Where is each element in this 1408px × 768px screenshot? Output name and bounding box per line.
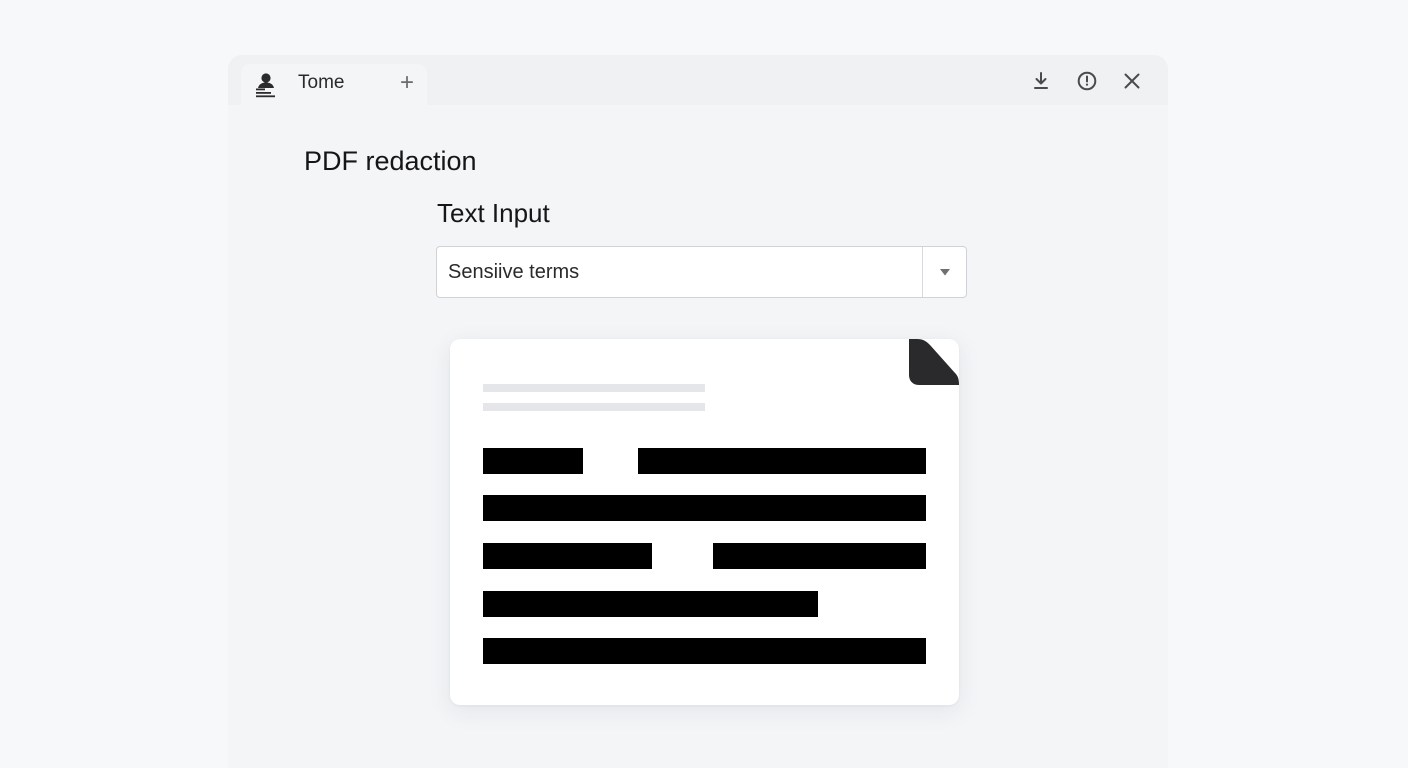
document-header-line: [483, 403, 705, 411]
text-input-label: Text Input: [437, 198, 550, 228]
tab-bar: Tome +: [228, 55, 1168, 105]
redaction-bar: [483, 591, 818, 617]
user-layers-icon: [253, 70, 279, 98]
redaction-bar: [713, 543, 926, 569]
redaction-bar: [638, 448, 926, 474]
redaction-bar: [483, 495, 926, 521]
document-preview: [450, 339, 959, 705]
redaction-bar: [483, 448, 583, 474]
download-icon: [1034, 72, 1048, 89]
app-window: Tome + PDF redaction Text Input: [228, 55, 1168, 768]
tab-title: Tome: [298, 72, 345, 93]
sensitive-terms-input[interactable]: [437, 247, 922, 297]
download-button[interactable]: [1029, 69, 1053, 93]
sensitive-terms-combobox[interactable]: [436, 246, 967, 298]
new-tab-button[interactable]: +: [396, 69, 418, 97]
content-area: PDF redaction Text Input: [228, 105, 1168, 768]
history-button[interactable]: [1075, 69, 1099, 93]
page-title: PDF redaction: [304, 146, 477, 176]
history-icon: [1077, 71, 1097, 91]
tab-tome[interactable]: Tome +: [241, 64, 427, 105]
dropdown-toggle-button[interactable]: [923, 247, 967, 297]
close-icon: [1124, 73, 1140, 89]
redaction-bar: [483, 638, 926, 664]
dropdown-arrow-icon: [940, 269, 950, 276]
redaction-bar: [483, 543, 652, 569]
document-header-line: [483, 384, 705, 392]
page-fold-icon: [909, 339, 959, 385]
close-button[interactable]: [1120, 69, 1144, 93]
